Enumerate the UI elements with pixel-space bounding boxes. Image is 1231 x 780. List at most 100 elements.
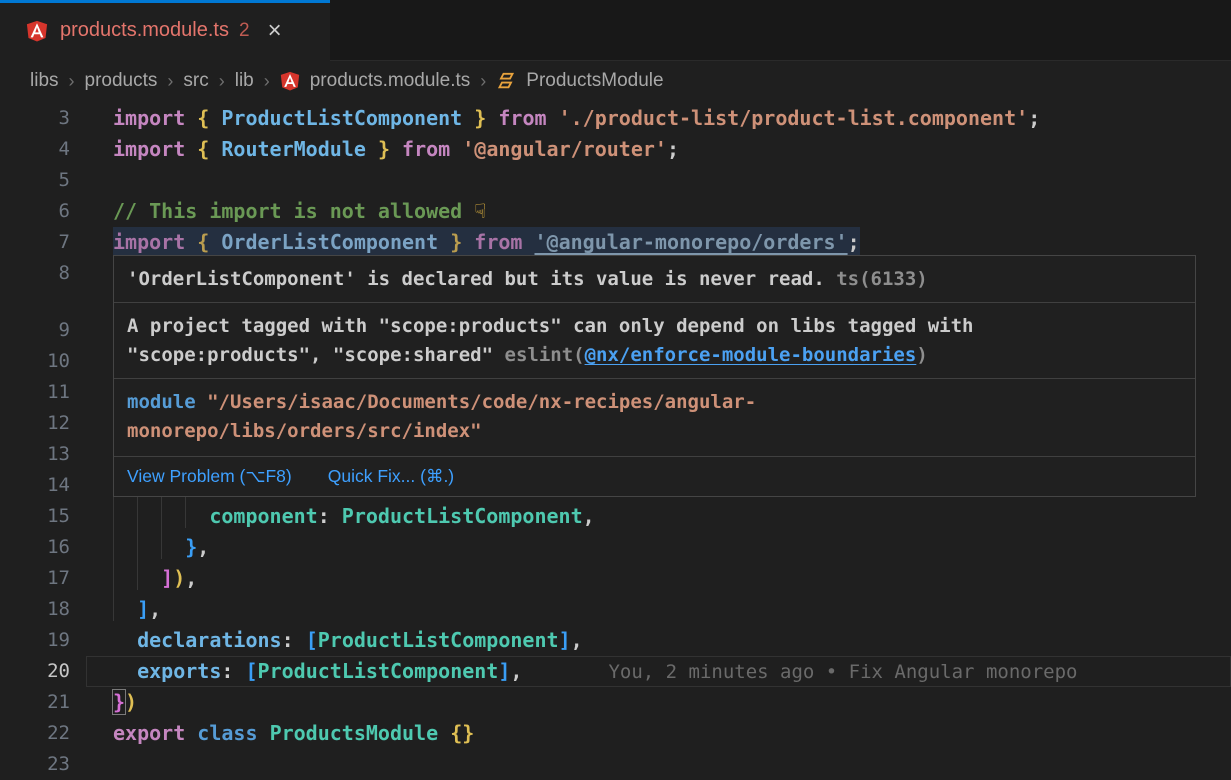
code-line-19[interactable]: declarations: [ProductListComponent], (113, 625, 583, 656)
chevron-right-icon: › (264, 71, 270, 92)
line-number-9: 9 (0, 315, 70, 346)
line-number-4: 4 (0, 134, 70, 165)
code-token: } (450, 230, 462, 254)
close-icon[interactable]: × (268, 19, 282, 43)
code-token: '@angular/router' (462, 137, 667, 161)
breadcrumb-item-products[interactable]: products (85, 70, 158, 92)
code-line-20[interactable]: exports: [ProductListComponent],You, 2 m… (113, 656, 1077, 687)
code-line-21[interactable]: }) (113, 687, 137, 718)
module-keyword: module (127, 391, 196, 413)
angular-file-icon (280, 71, 300, 91)
code-token (113, 628, 137, 652)
code-token: ) (125, 690, 137, 714)
code-token: component (209, 504, 317, 528)
error-squiggle-wrap: import { OrderListComponent } from '@ang… (113, 227, 860, 258)
code-token: , (510, 659, 522, 683)
line-number-15: 15 (0, 501, 70, 532)
code-token (547, 106, 559, 130)
code-token: ProductListComponent (318, 628, 559, 652)
line-number-16: 16 (0, 532, 70, 563)
breadcrumb-item-file[interactable]: products.module.ts (310, 70, 471, 92)
diagnostic-eslint-line2-text: "scope:products", "scope:shared" (127, 344, 505, 366)
line-number-21: 21 (0, 687, 70, 718)
code-token: ) (173, 566, 185, 590)
code-token: } (113, 690, 125, 714)
line-number-23: 23 (0, 749, 70, 780)
chevron-right-icon: › (167, 71, 173, 92)
line-number-12: 12 (0, 408, 70, 439)
code-token (462, 106, 474, 130)
view-problem-action[interactable]: View Problem (⌥F8) (127, 462, 292, 491)
line-number-20: 20 (0, 656, 70, 687)
code-token: , (571, 628, 583, 652)
diagnostic-ts-source: ts(6133) (825, 268, 928, 290)
chevron-right-icon: › (480, 71, 486, 92)
code-token (185, 721, 197, 745)
code-line-22[interactable]: export class ProductsModule {} (113, 718, 474, 749)
tab-title: products.module.ts (60, 19, 229, 42)
code-token (390, 137, 402, 161)
code-token: } (474, 106, 486, 130)
code-token: exports (137, 659, 221, 683)
code-token: import (113, 137, 185, 161)
code-line-4[interactable]: import { RouterModule } from '@angular/r… (113, 134, 679, 165)
tab-products-module[interactable]: products.module.ts 2 × (0, 0, 330, 61)
code-line-3[interactable]: import { ProductListComponent } from './… (113, 103, 1040, 134)
code-token (209, 137, 221, 161)
line-number-5: 5 (0, 165, 70, 196)
breadcrumb-item-libs[interactable]: libs (30, 70, 59, 92)
code-token: : (221, 659, 245, 683)
quick-fix-action[interactable]: Quick Fix... (⌘.) (328, 462, 454, 491)
line-number-18: 18 (0, 594, 70, 625)
code-line-15[interactable]: component: ProductListComponent, (113, 501, 595, 532)
code-token (438, 230, 450, 254)
code-token (185, 137, 197, 161)
code-line-6[interactable]: // This import is not allowed ☟ (113, 196, 486, 227)
code-token (462, 230, 474, 254)
code-token: [ (306, 628, 318, 652)
eslint-source-prefix: eslint( (505, 344, 585, 366)
code-line-16[interactable]: }, (113, 532, 209, 563)
eslint-rule-link[interactable]: @nx/enforce-module-boundaries (585, 344, 917, 366)
code-token: ] (559, 628, 571, 652)
diagnostic-eslint-line1: A project tagged with "scope:products" c… (127, 312, 1182, 341)
code-token: export (113, 721, 185, 745)
code-token: ; (1028, 106, 1040, 130)
code-token: ; (667, 137, 679, 161)
line-number-7: 7 (0, 227, 70, 258)
code-token (438, 721, 450, 745)
eslint-source-suffix: ) (916, 344, 927, 366)
line-number-22: 22 (0, 718, 70, 749)
breadcrumb-item-symbol[interactable]: ProductsModule (526, 70, 663, 92)
line-number-10: 10 (0, 346, 70, 377)
line-number-14: 14 (0, 470, 70, 501)
module-definition-line2: monorepo/libs/orders/src/index" (127, 417, 1182, 446)
code-token: RouterModule (221, 137, 366, 161)
code-token (209, 230, 221, 254)
line-number-19: 19 (0, 625, 70, 656)
code-token (113, 566, 161, 590)
code-token: from (402, 137, 450, 161)
code-token: class (197, 721, 257, 745)
git-blame-annotation: You, 2 minutes ago • Fix Angular monorep… (608, 661, 1077, 683)
code-token: {} (450, 721, 474, 745)
editor[interactable]: 34567891011121314151617181920212223 impo… (0, 101, 1231, 780)
line-number-13: 13 (0, 439, 70, 470)
code-token: : (282, 628, 306, 652)
code-token: , (185, 566, 197, 590)
code-line-17[interactable]: ]), (113, 563, 197, 594)
code-token: { (197, 106, 209, 130)
code-token: OrderListComponent (221, 230, 438, 254)
warning-squiggle-wrap: import { OrderListComponent } from '@ang… (113, 230, 860, 254)
code-token: [ (245, 659, 257, 683)
code-line-7[interactable]: import { OrderListComponent } from '@ang… (113, 227, 860, 258)
diagnostic-eslint-line2: "scope:products", "scope:shared" eslint(… (127, 341, 1182, 370)
breadcrumb-item-src[interactable]: src (183, 70, 208, 92)
diagnostic-eslint: A project tagged with "scope:products" c… (114, 303, 1195, 379)
tab-error-count-badge: 2 (239, 20, 250, 42)
chevron-right-icon: › (219, 71, 225, 92)
diagnostic-ts: 'OrderListComponent' is declared but its… (114, 256, 1195, 303)
code-token: from (474, 230, 522, 254)
breadcrumb-item-lib[interactable]: lib (235, 70, 254, 92)
code-line-18[interactable]: ], (113, 594, 161, 625)
